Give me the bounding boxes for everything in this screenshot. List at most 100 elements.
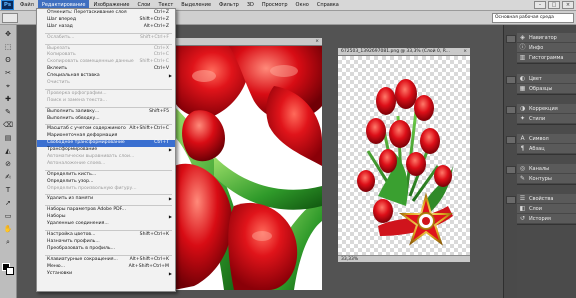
- tool-icon[interactable]: T: [2, 185, 14, 195]
- menu-item-shortcut: Alt+Ctrl+Z: [143, 23, 169, 29]
- menu-item[interactable]: Окно: [292, 0, 313, 10]
- panel-tab-navigator[interactable]: ◈ Навигатор: [517, 33, 576, 43]
- edit-menu-item[interactable]: Специальная вставка ▶: [37, 73, 175, 80]
- tool-icon[interactable]: ⬚: [2, 42, 14, 52]
- panel-tab-swatches[interactable]: ▦ Образцы: [517, 84, 576, 94]
- edit-menu-item[interactable]: Проверка орфографии...: [37, 91, 175, 98]
- tool-icon[interactable]: ✎: [2, 107, 14, 117]
- menu-item[interactable]: Файл: [16, 0, 38, 10]
- menu-item-label: Определить узор...: [47, 178, 94, 184]
- panel-tab-info[interactable]: ⓘ Инфо: [517, 43, 576, 53]
- tool-preset-picker[interactable]: [2, 13, 18, 23]
- panel-tab-character[interactable]: A Символ: [517, 134, 576, 144]
- panel-label: Абзац: [529, 145, 545, 152]
- document-tab-2[interactable]: 672503_1392697081.png @ 33,3% (Слой 0, R…: [338, 48, 470, 56]
- submenu-arrow-icon: ▶: [168, 196, 172, 202]
- background-color-swatch[interactable]: [6, 267, 14, 275]
- tool-icon[interactable]: ⌕: [2, 237, 14, 247]
- menu-separator: [45, 105, 172, 108]
- edit-menu-item[interactable]: Ослабить... Shift+Ctrl+F: [37, 35, 175, 42]
- history-icon: ↺: [519, 215, 526, 222]
- edit-menu-item[interactable]: Автоналожение слоев...: [37, 161, 175, 168]
- styles-icon: ✦: [519, 115, 526, 122]
- edit-menu-item[interactable]: Определить кисть...: [37, 172, 175, 179]
- menu-separator: [45, 203, 172, 207]
- panel-tab-channels[interactable]: ◎ Каналы: [517, 164, 576, 174]
- close-icon[interactable]: ×: [315, 38, 319, 45]
- dock-group-icon[interactable]: [506, 35, 516, 43]
- panel-group: ◈ Навигатор ⓘ Инфо ▥ Гистограмма: [517, 33, 576, 64]
- menu-item-label: Клавиатурные сокращения...: [47, 256, 118, 262]
- tool-icon[interactable]: ➚: [2, 198, 14, 208]
- tool-icon[interactable]: ✥: [2, 29, 14, 39]
- tool-icon[interactable]: ✂: [2, 68, 14, 78]
- dock-group-icon[interactable]: [506, 196, 516, 204]
- panel-tab-properties[interactable]: ☰ Свойства: [517, 194, 576, 204]
- menu-item-label: Ослабить...: [47, 34, 75, 40]
- panel-label: Свойства: [529, 195, 554, 202]
- tool-icon[interactable]: ▭: [2, 211, 14, 221]
- panel-group: A Символ ¶ Абзац: [517, 134, 576, 155]
- edit-menu-item[interactable]: Установки ▶: [37, 271, 175, 278]
- edit-menu-item[interactable]: Назначить профиль...: [37, 239, 175, 246]
- edit-menu-item[interactable]: Выполнить заливку... Shift+F5: [37, 109, 175, 116]
- edit-menu-item[interactable]: Автоматически выравнивать слои...: [37, 154, 175, 161]
- tool-icon[interactable]: ▤: [2, 133, 14, 143]
- edit-menu-item[interactable]: Шаг назад Alt+Ctrl+Z: [37, 24, 175, 31]
- panel-tab-styles[interactable]: ✦ Стили: [517, 114, 576, 124]
- dock-group-icon[interactable]: [506, 166, 516, 174]
- panel-tab-layers[interactable]: ◧ Слои: [517, 204, 576, 214]
- menu-item-label: Трансформирование: [47, 147, 98, 153]
- edit-menu-dropdown: Отменить: Перетаскивание слоя Ctrl+Z Шаг в…: [36, 8, 176, 292]
- close-icon[interactable]: ×: [463, 48, 467, 55]
- tool-icon[interactable]: ʘ: [2, 55, 14, 65]
- dock-group-icon[interactable]: [506, 136, 516, 144]
- tool-icon[interactable]: ◭: [2, 146, 14, 156]
- document-title: 672503_1392697081.png @ 33,3% (Слой 0, R…: [341, 49, 451, 54]
- document-canvas-2[interactable]: [338, 56, 470, 255]
- edit-menu-item[interactable]: Отменить: Перетаскивание слоя Ctrl+Z: [37, 10, 175, 17]
- edit-menu-item[interactable]: Очистить: [37, 80, 175, 87]
- edit-menu-item[interactable]: Определить произвольную фигуру...: [37, 186, 175, 193]
- edit-menu-item[interactable]: Меню... Alt+Shift+Ctrl+M: [37, 264, 175, 271]
- edit-menu-item[interactable]: Выполнить обводку...: [37, 116, 175, 123]
- menu-item-label: Автоналожение слоев...: [47, 160, 106, 166]
- tool-icon[interactable]: ⌫: [2, 120, 14, 130]
- edit-menu-item[interactable]: Клавиатурные сокращения... Alt+Shift+Ctrl…: [37, 257, 175, 264]
- edit-menu-item[interactable]: Настройка цветов... Shift+Ctrl+K: [37, 232, 175, 239]
- panel-tab-color[interactable]: ◐ Цвет: [517, 74, 576, 84]
- dock-group-icon[interactable]: [506, 76, 516, 84]
- tool-icon[interactable]: ✋: [2, 224, 14, 234]
- maximize-button[interactable]: □: [548, 1, 560, 9]
- tool-icon[interactable]: ✍: [2, 172, 14, 182]
- edit-menu-item[interactable]: Удалить из памяти ▶: [37, 196, 175, 203]
- edit-menu-item[interactable]: Поиск и замена текста...: [37, 98, 175, 105]
- edit-menu-item[interactable]: Шаг вперед Shift+Ctrl+Z: [37, 17, 175, 24]
- menu-item[interactable]: Просмотр: [258, 0, 292, 10]
- panel-tab-adjustments[interactable]: ◑ Коррекция: [517, 104, 576, 114]
- menu-item[interactable]: Справка: [313, 0, 343, 10]
- menu-item-shortcut: Ctrl+T: [154, 140, 169, 146]
- panel-tab-history[interactable]: ↺ История: [517, 214, 576, 224]
- edit-menu-item[interactable]: Определить узор...: [37, 179, 175, 186]
- edit-menu-item[interactable]: Преобразовать в профиль...: [37, 246, 175, 253]
- workspace-select[interactable]: Основная рабочая среда: [492, 13, 574, 23]
- tool-icon[interactable]: ⌖: [2, 81, 14, 91]
- document-canvas-1[interactable]: [174, 46, 322, 290]
- character-icon: A: [520, 135, 525, 142]
- menu-item[interactable]: Фильтр: [215, 0, 243, 10]
- tool-icon[interactable]: ⊘: [2, 159, 14, 169]
- tool-icon[interactable]: ✚: [2, 94, 14, 104]
- edit-menu-item[interactable]: Удаленные соединения...: [37, 221, 175, 228]
- close-button[interactable]: ×: [562, 1, 574, 9]
- panel-tab-paragraph[interactable]: ¶ Абзац: [517, 144, 576, 154]
- panel-tab-histogram[interactable]: ▥ Гистограмма: [517, 53, 576, 63]
- document-tab-1[interactable]: ×: [174, 38, 322, 46]
- edit-menu-item[interactable]: Трансформирование ▶: [37, 147, 175, 154]
- panel-tab-paths[interactable]: ✎ Контуры: [517, 174, 576, 184]
- minimize-button[interactable]: –: [534, 1, 546, 9]
- dock-group-icon[interactable]: [506, 106, 516, 114]
- menu-item[interactable]: Выделение: [177, 0, 215, 10]
- properties-icon: ☰: [519, 195, 526, 202]
- menu-item[interactable]: 3D: [243, 0, 258, 10]
